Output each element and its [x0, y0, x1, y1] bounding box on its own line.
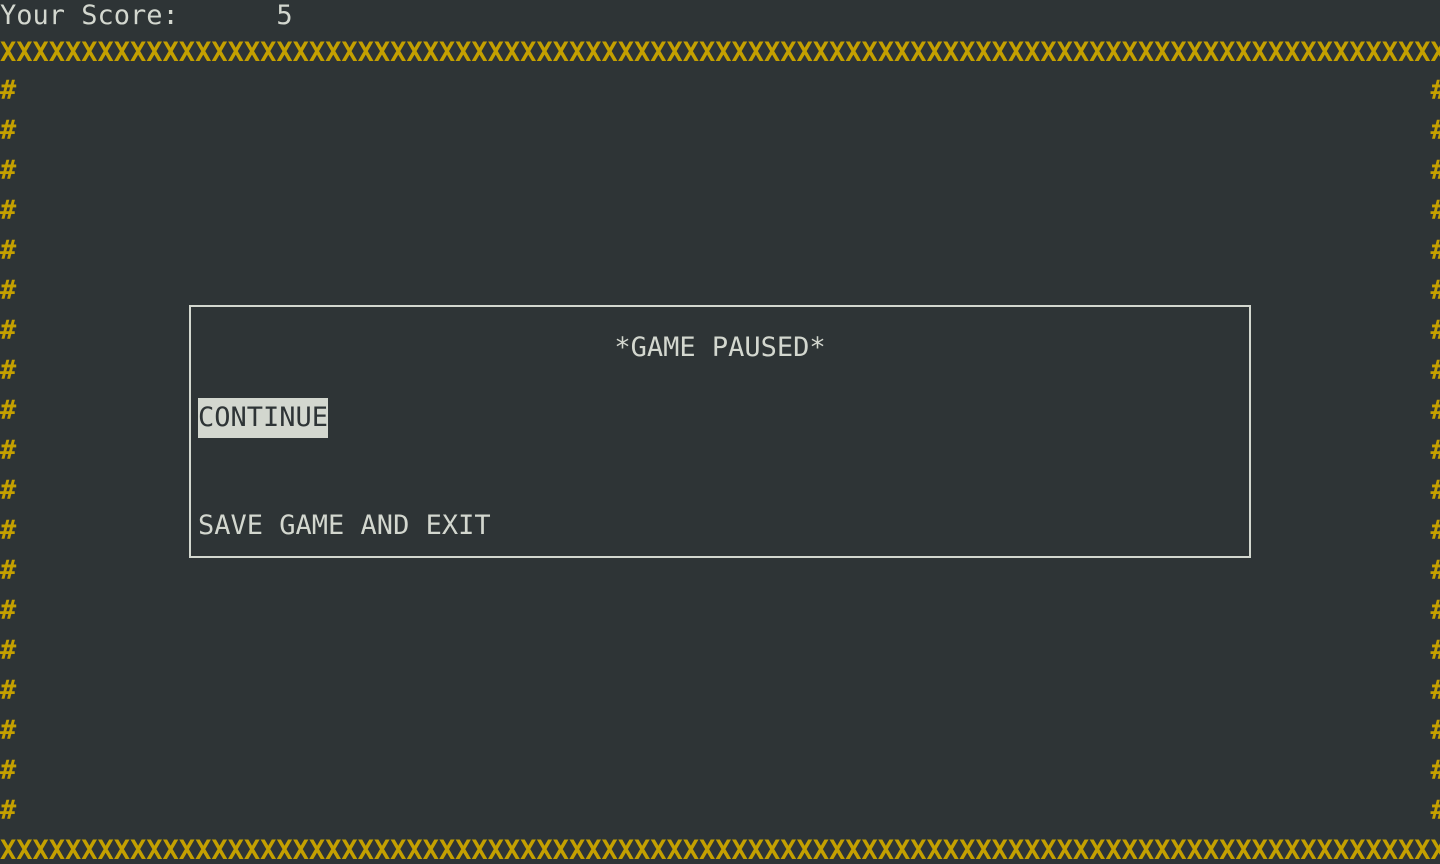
score-status-line: Your Score: 5 — [0, 0, 293, 31]
menu-item-continue[interactable]: CONTINUE — [198, 398, 329, 438]
menu-item-save-game-and-exit[interactable]: SAVE GAME AND EXIT — [198, 506, 491, 546]
pause-dialog-title: *GAME PAUSED* — [614, 332, 826, 363]
maze-left-wall: # # # # # # # # # # # # # # # # # # # — [0, 75, 17, 826]
maze-bottom-wall: XXXXXXXXXXXXXXXXXXXXXXXXXXXXXXXXXXXXXXXX… — [0, 835, 1440, 864]
maze-right-wall: # # # # # # # # # # # # # # # # # # # — [1430, 71, 1440, 831]
pause-dialog: *GAME PAUSED* CONTINUE SAVE GAME AND EXI… — [189, 305, 1251, 558]
game-screen: Your Score: 5 XXXXXXXXXXXXXXXXXXXXXXXXXX… — [0, 0, 1440, 864]
maze-top-wall: XXXXXXXXXXXXXXXXXXXXXXXXXXXXXXXXXXXXXXXX… — [0, 37, 1440, 68]
